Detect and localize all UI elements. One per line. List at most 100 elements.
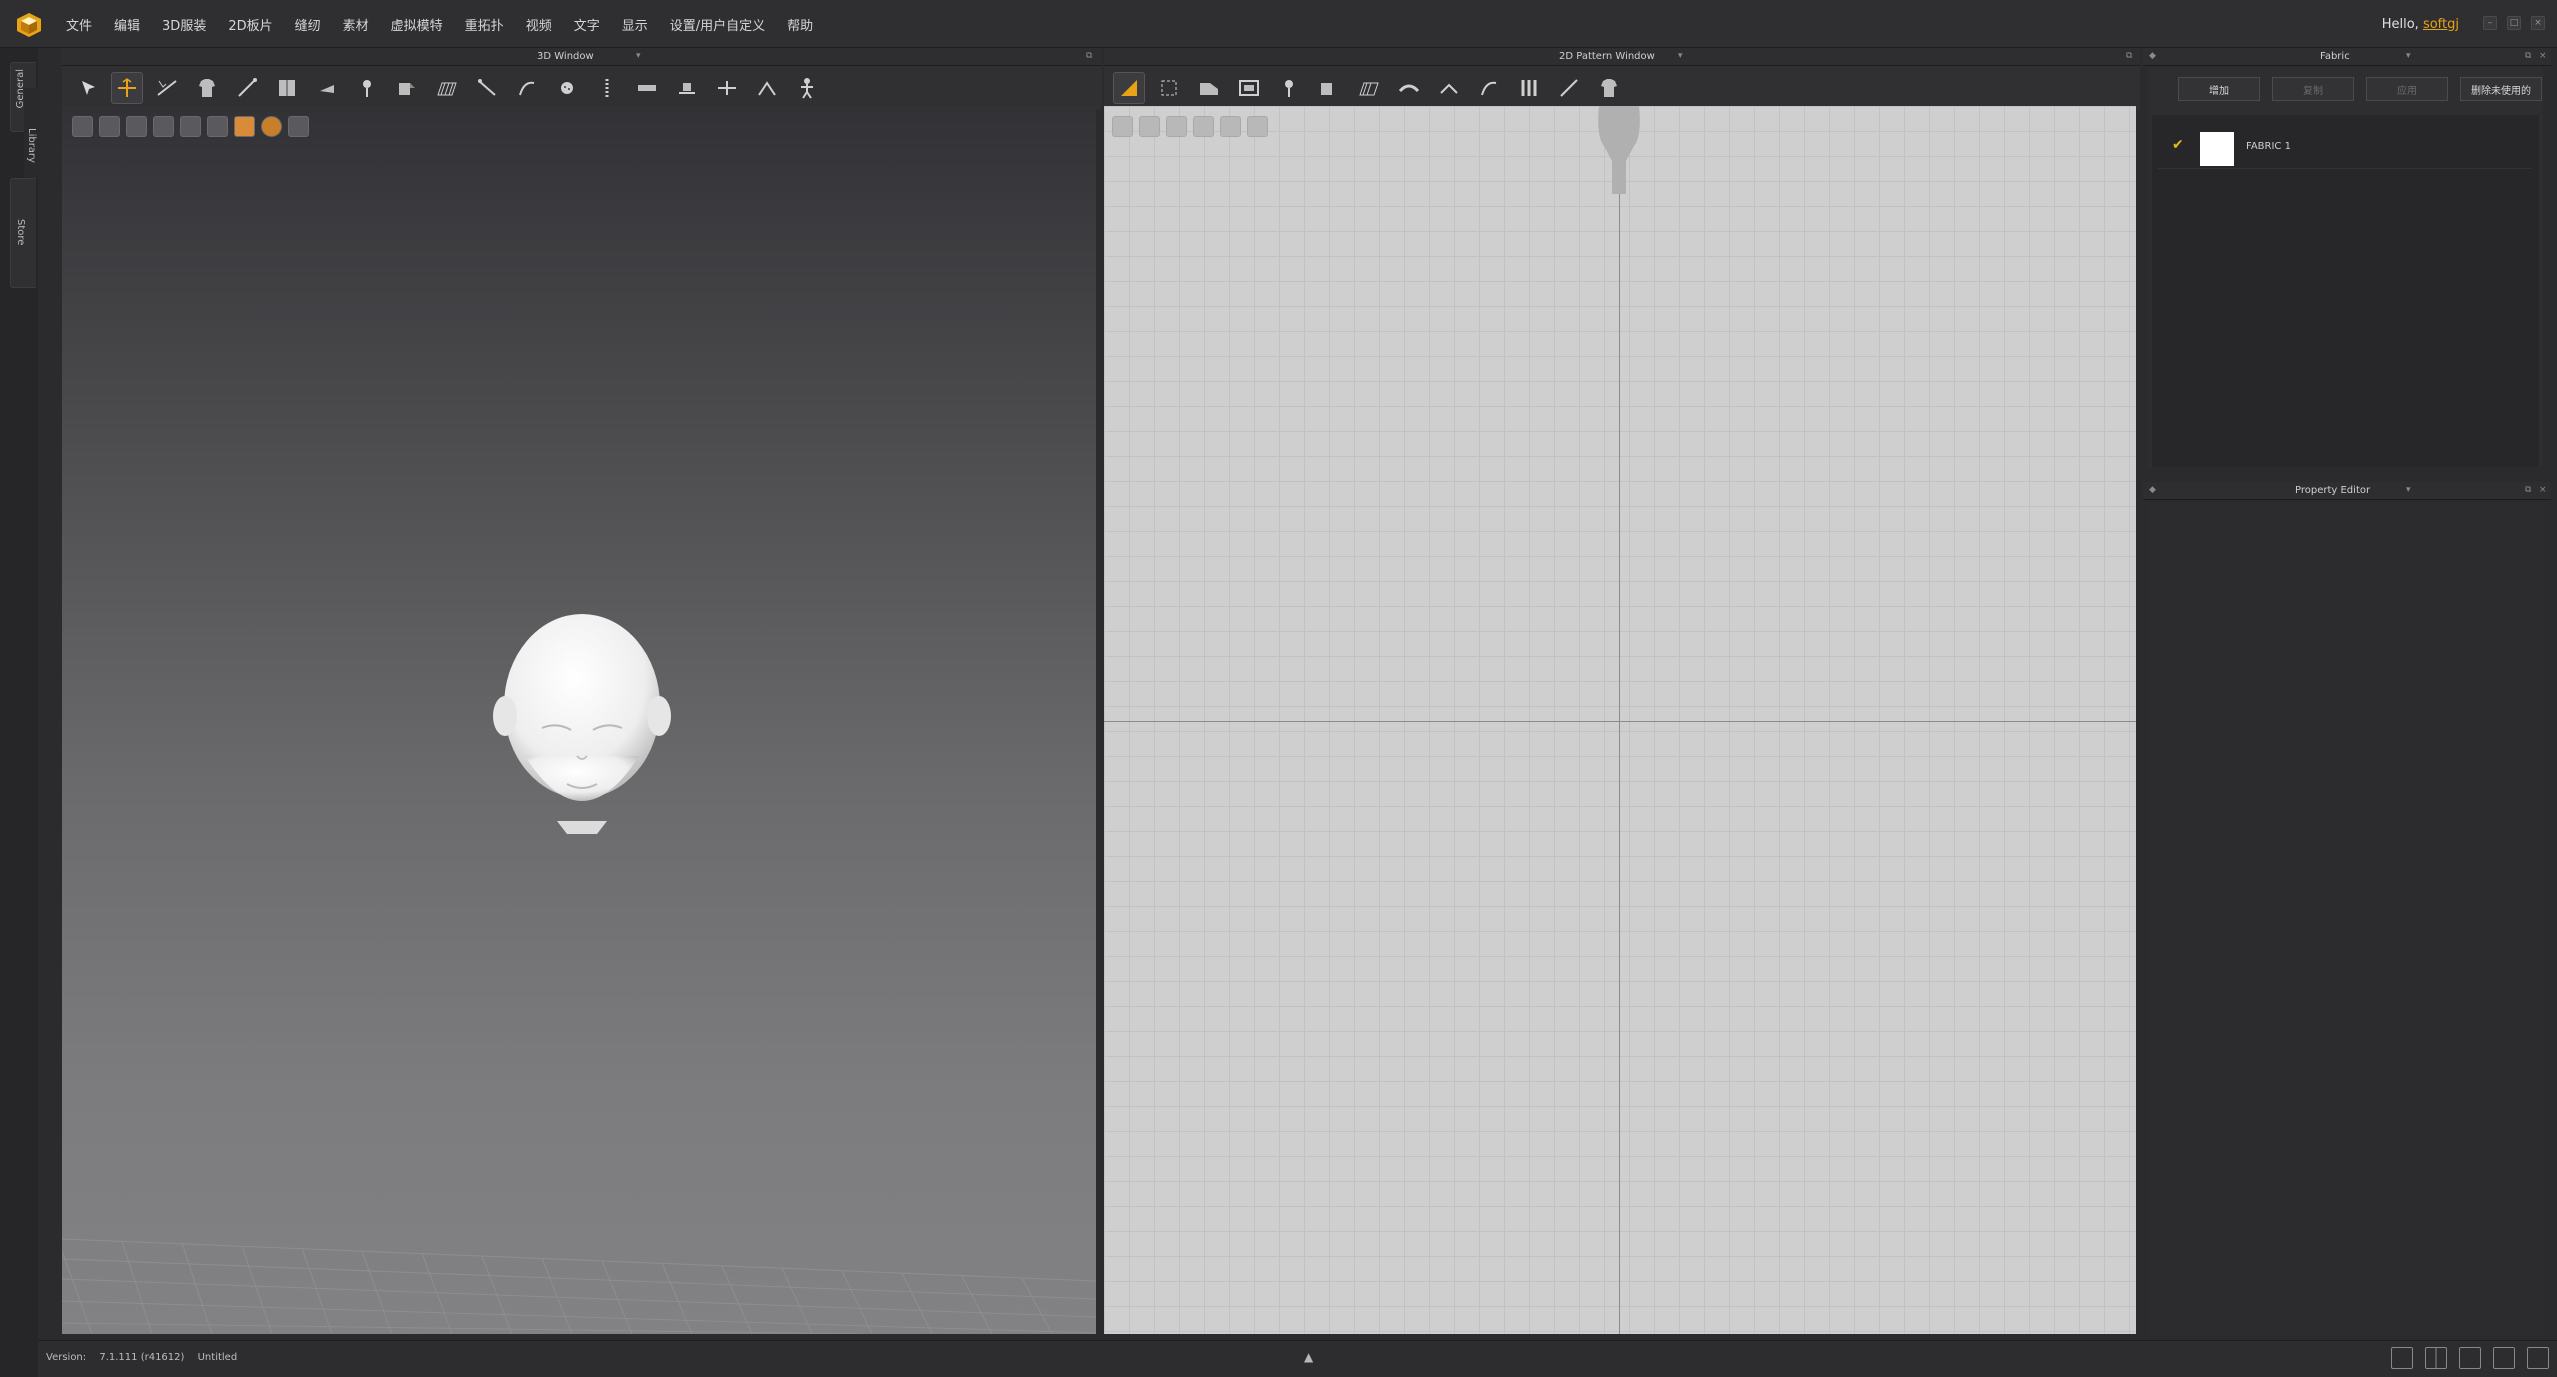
segment-sewing-icon[interactable] [472,73,502,103]
fabric-swatch [2200,132,2234,166]
close-icon[interactable]: × [2539,51,2547,61]
menu-retopology[interactable]: 重拓扑 [465,15,504,34]
checkmark-icon: ✔ [2172,137,2184,153]
steam-tool-icon[interactable] [312,73,342,103]
viewport-2d[interactable] [1104,106,2136,1334]
menu-text[interactable]: 文字 [574,15,600,34]
display-avatar-icon[interactable] [153,116,174,137]
stitch-icon[interactable] [1514,73,1544,103]
tape-tool-icon[interactable] [632,73,662,103]
select-move-icon[interactable] [72,73,102,103]
apply-fabric-button[interactable]: 应用 [2366,77,2448,101]
app-window: 文件 编辑 3D服装 2D板片 缝纫 素材 虚拟模特 重拓扑 视频 文字 显示 … [0,0,2557,1377]
display-garment-icon[interactable] [72,116,93,137]
trim-icon[interactable] [712,73,742,103]
menu-settings[interactable]: 设置/用户自定义 [670,15,765,34]
undock-icon[interactable]: ⧉ [2525,51,2531,61]
display-avatar-icon[interactable] [1247,116,1268,137]
add-fabric-button[interactable]: 增加 [2178,77,2260,101]
display-skin-icon[interactable] [234,116,255,137]
menu-file[interactable]: 文件 [66,15,92,34]
dropdown-icon[interactable]: ▾ [1678,51,1683,61]
layout-custom-icon[interactable] [2527,1347,2549,1369]
layout-quad-icon[interactable] [2493,1347,2515,1369]
puckering-icon[interactable] [672,73,702,103]
menu-3d-garment[interactable]: 3D服装 [162,15,206,34]
menu-help[interactable]: 帮助 [787,15,813,34]
display-floor-icon[interactable] [288,116,309,137]
notch-icon[interactable] [1434,73,1464,103]
transform-icon[interactable] [111,72,143,104]
garment-select-icon[interactable] [192,73,222,103]
avatar-pose-icon[interactable] [792,73,822,103]
dart-icon[interactable] [1394,73,1424,103]
clo3d-cube-icon[interactable] [16,12,42,38]
pin-tool-icon[interactable] [352,73,382,103]
edit-pattern-icon[interactable] [1113,72,1145,104]
menu-materials[interactable]: 素材 [343,15,369,34]
zipper-tool-icon[interactable] [592,73,622,103]
menu-edit[interactable]: 编辑 [114,15,140,34]
user-name-link[interactable]: softgj [2423,17,2459,32]
copy-fabric-button[interactable]: 复制 [2272,77,2354,101]
undock-icon[interactable]: ⧉ [2126,51,2132,61]
line-tool-icon[interactable] [232,73,262,103]
tab-library[interactable]: Library [24,88,40,178]
undock-icon[interactable]: ⧉ [1086,51,1092,61]
display-shirt-icon[interactable] [99,116,120,137]
menu-video[interactable]: 视频 [526,15,552,34]
status-bar: Version: 7.1.111 (r41612) Untitled ▲ [38,1340,2557,1377]
display-fabric-icon[interactable] [1139,116,1160,137]
measure-icon[interactable] [1554,73,1584,103]
list-item[interactable]: ✔ FABRIC 1 [2158,125,2532,169]
layout-split-icon[interactable] [2425,1347,2447,1369]
menu-avatar[interactable]: 虚拟模特 [391,15,443,34]
display-sphere-icon[interactable] [261,116,282,137]
measure-grid-icon[interactable] [432,73,462,103]
dropdown-icon[interactable]: ▾ [2406,485,2411,495]
display-texture-icon[interactable] [126,116,147,137]
close-icon[interactable]: × [2531,16,2545,30]
select-mesh-icon[interactable] [152,73,182,103]
free-sewing-icon[interactable] [512,73,542,103]
avatar-silhouette [1598,106,1640,194]
dropdown-icon[interactable]: ▾ [636,51,641,61]
menu-sewing[interactable]: 缝纫 [295,15,321,34]
delete-unused-button[interactable]: 删除未使用的 [2460,77,2542,101]
display-mesh-icon[interactable] [207,116,228,137]
tack-icon[interactable] [752,73,782,103]
undock-icon[interactable]: ⧉ [2525,485,2531,495]
pattern-pin-icon[interactable] [1274,73,1304,103]
edit-point-icon[interactable] [1154,73,1184,103]
avatar-head [493,614,671,834]
tab-store[interactable]: Store [10,178,36,288]
button-tool-icon[interactable] [552,73,582,103]
rectangle-icon[interactable] [1234,73,1264,103]
expand-up-icon[interactable]: ▲ [1304,1350,1313,1364]
floor-grid [62,1238,1096,1334]
minimize-icon[interactable]: – [2483,16,2497,30]
fold-tool-icon[interactable] [392,73,422,103]
pin-panel-icon[interactable]: ◆ [2149,51,2156,61]
internal-grid-icon[interactable] [1354,73,1384,103]
garment-arrange-icon[interactable] [272,73,302,103]
menu-2d-pattern[interactable]: 2D板片 [228,15,272,34]
dropdown-icon[interactable]: ▾ [2406,51,2411,61]
menu-display[interactable]: 显示 [622,15,648,34]
display-surface-icon[interactable] [180,116,201,137]
display-search-icon[interactable] [1166,116,1187,137]
display-pattern-icon[interactable] [1112,116,1133,137]
layout-single-icon[interactable] [2391,1347,2413,1369]
display-grain-icon[interactable] [1193,116,1214,137]
display-texture-icon[interactable] [1220,116,1241,137]
pin-panel-icon[interactable]: ◆ [2149,485,2156,495]
side-tab-strip: General Library Store [0,48,40,1377]
polygon-icon[interactable] [1194,73,1224,103]
fold-arrangement-icon[interactable] [1314,73,1344,103]
close-icon[interactable]: × [2539,485,2547,495]
shirt-icon[interactable] [1594,73,1624,103]
maximize-icon[interactable]: □ [2507,16,2521,30]
layout-three-icon[interactable] [2459,1347,2481,1369]
viewport-3d[interactable] [62,106,1096,1334]
seam-sewing-icon[interactable] [1474,73,1504,103]
